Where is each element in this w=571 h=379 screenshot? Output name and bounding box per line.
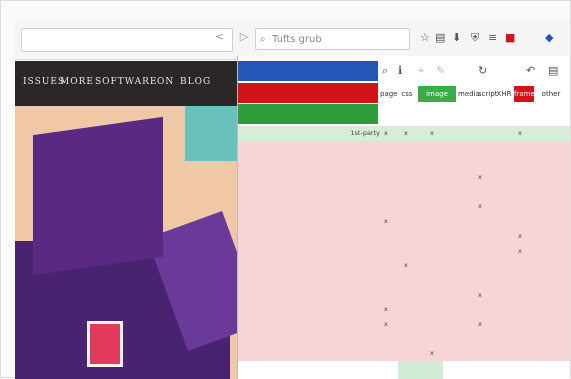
row-hostname: 1st-party bbox=[350, 129, 380, 137]
row-cell[interactable]: x bbox=[384, 320, 388, 328]
eraser-icon[interactable]: ✎ bbox=[436, 64, 445, 77]
type-filters: page css image media script XHR frame other bbox=[378, 83, 570, 105]
row-cell[interactable]: x bbox=[518, 129, 522, 137]
table-row[interactable]: x bbox=[238, 170, 570, 185]
filter-frame[interactable]: frame bbox=[514, 86, 535, 102]
table-row[interactable]: x bbox=[238, 287, 570, 303]
search-text: Tufts grub bbox=[272, 34, 322, 45]
search-input[interactable]: ⌕ Tufts grub bbox=[255, 28, 410, 50]
download-icon[interactable]: ⬇ bbox=[452, 31, 461, 44]
panel-toolbar: ⌕ ℹ ⌖ ✎ ↻ ↶ ▤ bbox=[378, 61, 570, 81]
table-row[interactable]: x bbox=[238, 346, 570, 361]
row-cell[interactable]: x bbox=[430, 129, 434, 137]
row-cell[interactable]: x bbox=[478, 320, 482, 328]
illustration-logo bbox=[87, 321, 123, 367]
filter-page[interactable]: page bbox=[380, 86, 397, 102]
row-cell[interactable]: x bbox=[478, 291, 482, 299]
menu-icon[interactable]: ≡ bbox=[488, 31, 497, 44]
table-row[interactable]: x bbox=[238, 302, 570, 317]
panel-bar-green[interactable] bbox=[238, 104, 378, 124]
filter-image[interactable]: image bbox=[418, 86, 456, 102]
table-row[interactable] bbox=[238, 184, 570, 200]
table-row[interactable]: x bbox=[238, 214, 570, 229]
rules-grid: 1st-party x x x x x x x x x x x x x x x bbox=[238, 126, 570, 361]
search-icon[interactable]: ⌕ bbox=[382, 64, 388, 78]
table-row[interactable]: x bbox=[238, 199, 570, 215]
filter-script[interactable]: script bbox=[478, 86, 498, 102]
row-cell[interactable]: x bbox=[518, 247, 522, 255]
list-icon[interactable]: ▤ bbox=[548, 64, 558, 77]
table-row[interactable] bbox=[238, 140, 570, 156]
table-row[interactable] bbox=[238, 155, 570, 171]
reload-icon[interactable]: ↻ bbox=[478, 64, 487, 77]
table-row[interactable]: 1st-party x x x x bbox=[238, 126, 570, 141]
filter-css[interactable]: css bbox=[398, 86, 416, 102]
row-cell[interactable]: x bbox=[478, 173, 482, 181]
panel-bar-red[interactable] bbox=[238, 83, 378, 103]
nav-item[interactable]: MORE bbox=[60, 77, 94, 87]
row-cell[interactable]: x bbox=[384, 217, 388, 225]
table-row[interactable]: x bbox=[238, 258, 570, 273]
nav-item[interactable]: BLOG bbox=[180, 77, 211, 87]
filter-xhr[interactable]: XHR bbox=[496, 86, 512, 102]
panel-bar-blue[interactable] bbox=[238, 61, 378, 81]
table-row[interactable]: x bbox=[238, 243, 570, 259]
nav-item[interactable]: ON bbox=[157, 77, 174, 87]
table-row[interactable]: xx bbox=[238, 316, 570, 332]
table-row[interactable] bbox=[238, 272, 570, 288]
table-row[interactable] bbox=[238, 331, 570, 347]
filter-media[interactable]: media bbox=[458, 86, 480, 102]
reader-icon[interactable]: ▤ bbox=[435, 31, 445, 44]
screen: < ▷ ↻ ⌕ Tufts grub ☆ ▤ ⬇ ⛨ ≡ ■ ◆ ISSUES … bbox=[0, 0, 571, 379]
addon-red-icon[interactable]: ■ bbox=[505, 31, 515, 44]
blocker-panel: ⌕ ℹ ⌖ ✎ ↻ ↶ ▤ page css image media script XHR… bbox=[237, 56, 570, 379]
search-icon: ⌕ bbox=[260, 34, 266, 45]
info-icon[interactable]: ℹ bbox=[398, 64, 402, 77]
row-cell[interactable]: x bbox=[430, 349, 434, 357]
address-bar[interactable] bbox=[21, 28, 233, 52]
shield-icon[interactable]: ⛨ bbox=[471, 31, 479, 45]
lock-icon[interactable]: ⌖ bbox=[418, 64, 424, 78]
addon-blue-icon[interactable]: ◆ bbox=[545, 31, 553, 44]
row-cell[interactable]: x bbox=[478, 202, 482, 210]
illustration-robot-head bbox=[33, 116, 163, 276]
back-icon[interactable]: ↶ bbox=[526, 64, 535, 77]
nav-item[interactable]: SOFTWARE bbox=[95, 77, 157, 87]
table-row[interactable]: x bbox=[238, 228, 570, 244]
filter-other[interactable]: other bbox=[536, 86, 566, 102]
nav-item[interactable]: ISSUES bbox=[23, 77, 65, 87]
browser-toolbar: < ▷ ↻ ⌕ Tufts grub ☆ ▤ ⬇ ⛨ ≡ ■ ◆ bbox=[15, 19, 569, 60]
star-icon[interactable]: ☆ bbox=[420, 31, 430, 44]
row-cell[interactable]: x bbox=[384, 129, 388, 137]
row-cell[interactable]: x bbox=[518, 232, 522, 240]
row-cell[interactable]: x bbox=[404, 129, 408, 137]
row-cell[interactable]: x bbox=[404, 261, 408, 269]
row-cell[interactable]: x bbox=[384, 305, 388, 313]
